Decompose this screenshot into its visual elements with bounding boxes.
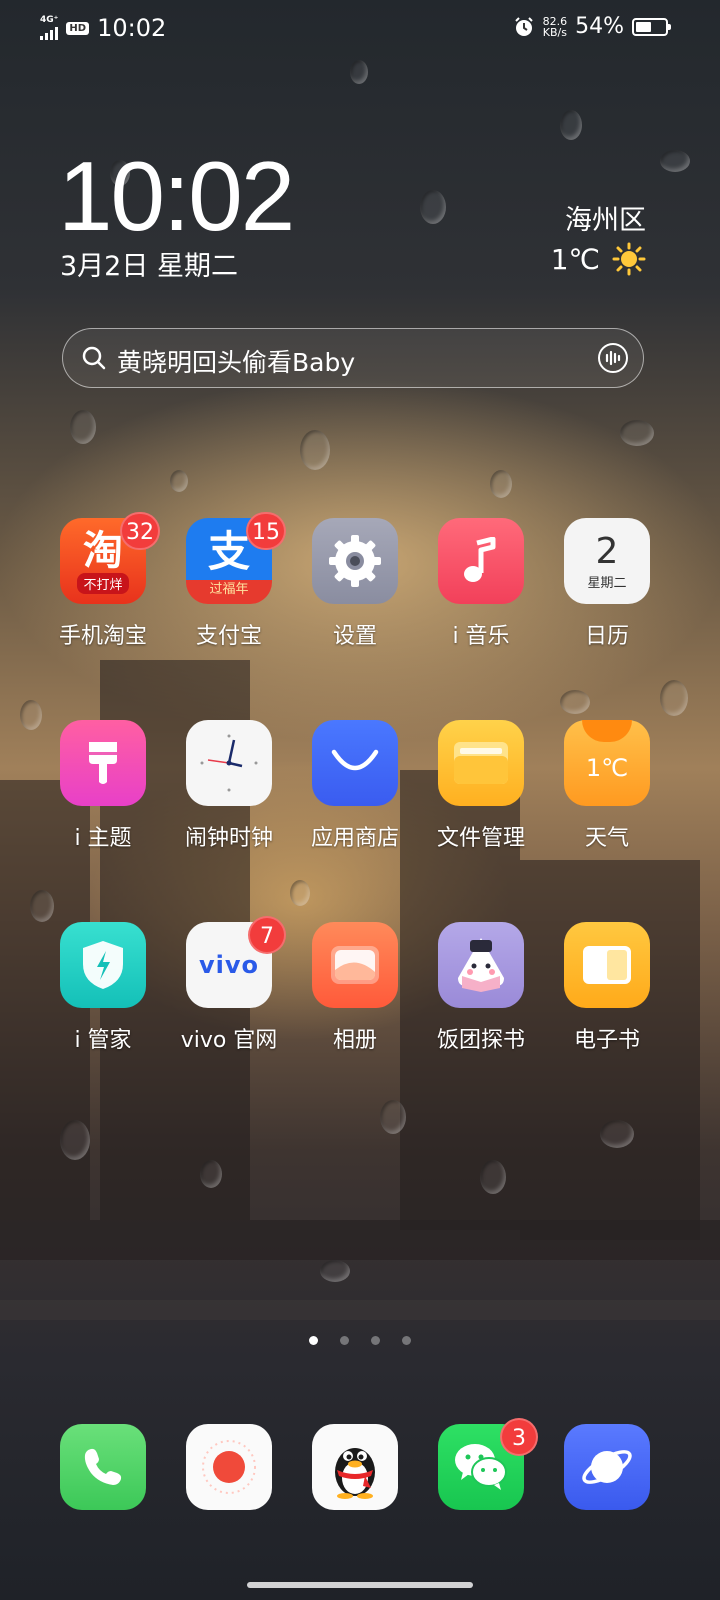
search-query: 黄晓明回头偷看Baby <box>117 348 356 377</box>
music-note-icon <box>438 518 524 604</box>
brush-icon <box>60 720 146 806</box>
taobao-icon-sub: 不打烊 <box>77 572 129 594</box>
phone-icon <box>60 1424 146 1510</box>
voice-search-icon[interactable] <box>597 342 629 374</box>
signal-bars-icon <box>40 26 58 40</box>
app-weather[interactable]: 1℃ 天气 <box>544 720 670 852</box>
app-label: 设置 <box>332 624 377 649</box>
status-bar: 4G⁺ HD 10:02 82.6 KB/s 54% <box>0 0 720 58</box>
vivo-logo-text: vivo <box>198 951 259 979</box>
vivo-logo-icon: vivo 7 <box>186 916 286 1008</box>
calendar-icon: 2 星期二 <box>564 518 650 604</box>
app-label: 支付宝 <box>195 624 262 649</box>
battery-icon <box>632 17 671 36</box>
page-indicator[interactable] <box>0 1336 720 1345</box>
app-label: 日历 <box>584 624 629 649</box>
app-music[interactable]: i 音乐 <box>418 518 544 650</box>
app-themes[interactable]: i 主题 <box>40 720 166 852</box>
app-label: 相册 <box>332 1028 377 1053</box>
home-indicator[interactable] <box>247 1582 473 1588</box>
page-dot[interactable] <box>309 1336 318 1345</box>
app-clock[interactable]: 闹钟时钟 <box>166 720 292 852</box>
notification-badge: 7 <box>248 916 286 954</box>
app-taobao[interactable]: 淘 不打烊 32 手机淘宝 <box>40 512 166 650</box>
clock-widget-date[interactable]: 3月2日 星期二 <box>60 244 238 283</box>
speed-value: 82.6 <box>542 14 568 28</box>
dock-browser[interactable] <box>544 1424 670 1510</box>
qq-penguin-icon <box>312 1424 398 1510</box>
hd-voice-icon: HD <box>66 21 90 35</box>
rice-ball-icon <box>438 922 524 1008</box>
app-label: 文件管理 <box>436 826 525 851</box>
weather-icon-temp: 1℃ <box>585 754 629 782</box>
notification-badge: 15 <box>246 512 286 550</box>
speed-unit: KB/s <box>542 25 567 39</box>
app-label: 天气 <box>584 826 629 851</box>
sun-icon <box>582 720 632 742</box>
app-calendar[interactable]: 2 星期二 日历 <box>544 518 670 650</box>
app-gallery[interactable]: 相册 <box>292 922 418 1054</box>
weather-app-icon: 1℃ <box>564 720 650 806</box>
dock-recorder[interactable] <box>166 1424 292 1510</box>
weather-widget[interactable]: 1℃ <box>551 242 646 276</box>
weather-temp: 1℃ <box>550 242 600 276</box>
calendar-day: 2 <box>595 530 619 572</box>
notification-badge: 32 <box>120 512 160 550</box>
clock-icon <box>186 720 272 806</box>
search-bar[interactable]: 黄晓明回头偷看Baby <box>62 328 644 388</box>
clock-widget-time[interactable]: 10:02 <box>58 140 295 253</box>
battery-percent: 54% <box>575 14 624 39</box>
dock-phone[interactable] <box>40 1424 166 1510</box>
shield-icon <box>60 922 146 1008</box>
app-fantuan[interactable]: 饭团探书 <box>418 922 544 1054</box>
app-imanager[interactable]: i 管家 <box>40 922 166 1054</box>
app-file-manager[interactable]: 文件管理 <box>418 720 544 852</box>
app-ebook[interactable]: 电子书 <box>544 922 670 1054</box>
app-settings[interactable]: 设置 <box>292 518 418 650</box>
dock-qq[interactable] <box>292 1424 418 1510</box>
notification-badge: 3 <box>500 1418 538 1456</box>
app-label: vivo 官网 <box>180 1028 278 1053</box>
record-icon <box>186 1424 272 1510</box>
signal-indicator: 4G⁺ <box>40 16 58 40</box>
app-label: 闹钟时钟 <box>184 826 273 851</box>
taobao-icon: 淘 不打烊 32 <box>60 512 160 604</box>
planet-browser-icon <box>564 1424 650 1510</box>
calendar-weekday: 星期二 <box>587 575 627 591</box>
app-store[interactable]: 应用商店 <box>292 720 418 852</box>
alarm-icon <box>514 16 533 36</box>
status-time: 10:02 <box>97 14 167 42</box>
dock-wechat[interactable]: 3 <box>418 1418 544 1510</box>
wechat-icon: 3 <box>438 1418 538 1510</box>
network-speed: 82.6 KB/s <box>543 16 568 38</box>
sun-icon <box>612 242 646 276</box>
app-label: i 音乐 <box>452 624 510 649</box>
page-dot[interactable] <box>340 1336 349 1345</box>
alipay-icon-sub: 过福年 <box>209 581 249 597</box>
network-type: 4G⁺ <box>40 15 59 25</box>
app-alipay[interactable]: 支 过福年 15 支付宝 <box>166 512 292 650</box>
page-dot[interactable] <box>371 1336 380 1345</box>
photo-icon <box>312 922 398 1008</box>
app-label: 电子书 <box>573 1028 640 1053</box>
folder-icon <box>438 720 524 806</box>
app-vivo[interactable]: vivo 7 vivo 官网 <box>166 916 292 1054</box>
alipay-icon-text: 支 <box>207 526 250 576</box>
page-dot[interactable] <box>402 1336 411 1345</box>
book-icon <box>564 922 650 1008</box>
weather-location[interactable]: 海州区 <box>565 198 646 237</box>
app-label: i 主题 <box>74 826 132 851</box>
app-label: 饭团探书 <box>436 1028 525 1053</box>
search-icon <box>82 346 106 370</box>
alipay-icon: 支 过福年 15 <box>186 512 286 604</box>
app-label: 手机淘宝 <box>58 624 147 649</box>
app-label: i 管家 <box>74 1028 132 1053</box>
gear-icon <box>312 518 398 604</box>
app-label: 应用商店 <box>310 826 399 851</box>
app-store-icon <box>312 720 398 806</box>
